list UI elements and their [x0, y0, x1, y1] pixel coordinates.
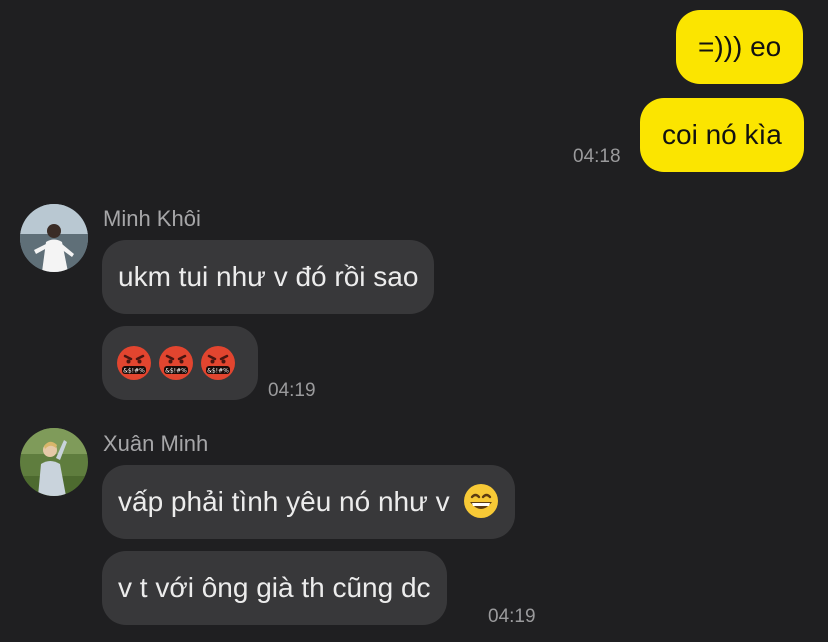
profile-photo-icon [20, 204, 88, 272]
sender-name: Xuân Minh [103, 431, 209, 456]
avatar[interactable] [20, 428, 88, 496]
svg-text:&$!#%: &$!#% [123, 368, 145, 375]
message-text: v t với ông già th cũng dc [118, 572, 431, 603]
message-text: vấp phải tình yêu nó như v [118, 486, 450, 517]
incoming-message[interactable]: vấp phải tình yêu nó như v [102, 465, 516, 539]
outgoing-message[interactable]: =))) eo [676, 10, 804, 84]
message-timestamp: 04:18 [573, 146, 621, 167]
grinning-face-icon [464, 484, 499, 518]
svg-text:&$!#%: &$!#% [207, 368, 229, 375]
incoming-message[interactable]: &$!#% &$!#% &$!#% [102, 326, 258, 400]
sender-name: Minh Khôi [103, 206, 201, 231]
message-text: ukm tui như v đó rồi sao [118, 261, 419, 292]
outgoing-message[interactable]: coi nó kìa [640, 98, 804, 172]
incoming-message[interactable]: v t với ông già th cũng dc [102, 551, 447, 625]
incoming-message[interactable]: ukm tui như v đó rồi sao [102, 240, 435, 314]
message-text: =))) eo [698, 31, 782, 62]
svg-text:&$!#%: &$!#% [165, 368, 187, 375]
angry-cursing-face-icon: &$!#% [201, 346, 235, 380]
emoji-row: &$!#% &$!#% &$!#% [116, 326, 244, 400]
profile-photo-icon [20, 428, 88, 496]
message-timestamp: 04:19 [488, 606, 536, 627]
angry-cursing-face-icon: &$!#% [117, 346, 151, 380]
message-text: coi nó kìa [662, 119, 782, 150]
avatar[interactable] [20, 204, 88, 272]
angry-cursing-face-icon: &$!#% [159, 346, 193, 380]
message-timestamp: 04:19 [268, 380, 316, 401]
chat-view: =))) eo 04:18 coi nó kìa Minh Khôi ukm t… [0, 0, 828, 642]
